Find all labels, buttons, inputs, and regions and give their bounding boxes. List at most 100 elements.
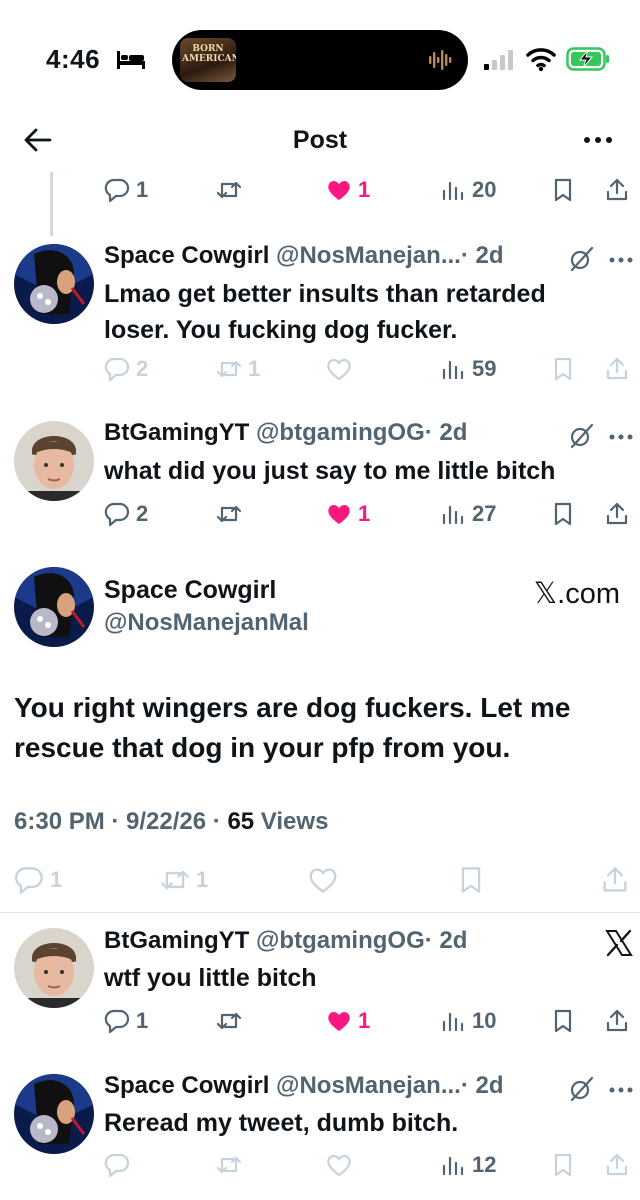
- like-button[interactable]: [326, 1147, 352, 1183]
- reply-button[interactable]: 2: [104, 496, 148, 532]
- reply-button[interactable]: 2: [104, 351, 148, 387]
- views-button[interactable]: 10: [440, 1003, 496, 1039]
- bookmark-button[interactable]: [550, 496, 576, 532]
- page-title: Post: [292, 126, 348, 154]
- share-button[interactable]: [604, 1003, 630, 1039]
- grok-icon[interactable]: [568, 246, 594, 272]
- share-button[interactable]: [604, 496, 630, 532]
- post-timestamp[interactable]: 6:30 PM · 9/22/26 ·: [14, 808, 227, 835]
- bookmark-button[interactable]: [550, 172, 576, 208]
- views-button[interactable]: 20: [440, 172, 496, 208]
- grok-icon[interactable]: [568, 1076, 594, 1102]
- post-time: · 2d: [460, 242, 504, 269]
- bookmark-button[interactable]: [456, 860, 486, 900]
- avatar[interactable]: [14, 244, 94, 324]
- thread-connector: [50, 172, 53, 236]
- post-text: You right wingers are dog fuckers. Let m…: [14, 692, 571, 763]
- status-time: 4:46: [46, 44, 101, 74]
- x-logo-icon: [605, 929, 633, 957]
- views-icon: [442, 360, 464, 380]
- handle[interactable]: @NosManejan...: [276, 1072, 461, 1099]
- views-count: 12: [472, 1152, 497, 1177]
- retweet-button[interactable]: 1: [216, 351, 260, 387]
- share-button[interactable]: [600, 860, 630, 900]
- like-button[interactable]: 1: [326, 1003, 370, 1039]
- retweet-button[interactable]: [216, 496, 248, 532]
- retweet-icon: [216, 360, 242, 378]
- retweet-icon: [161, 870, 189, 890]
- action-bar: 1 1 10: [104, 1003, 634, 1039]
- avatar[interactable]: [14, 928, 94, 1008]
- more-icon[interactable]: [582, 126, 614, 154]
- views-icon: [442, 1156, 464, 1176]
- retweet-count: 1: [248, 356, 261, 381]
- share-icon: [606, 178, 628, 201]
- reply-text: Lmao get better insults than retarded lo…: [104, 280, 546, 344]
- retweet-button[interactable]: 1: [160, 860, 208, 900]
- reply-button[interactable]: 1: [14, 860, 62, 900]
- heart-icon: [328, 505, 350, 524]
- reply-count: 2: [136, 356, 149, 381]
- retweet-button[interactable]: [216, 172, 248, 208]
- bookmark-button[interactable]: [550, 1147, 576, 1183]
- reply-header: Space Cowgirl @NosManejan...· 2d: [104, 1072, 504, 1100]
- share-icon: [606, 1009, 628, 1032]
- more-icon[interactable]: [608, 255, 634, 265]
- like-button[interactable]: 1: [326, 172, 370, 208]
- grok-icon[interactable]: [568, 423, 594, 449]
- heart-icon: [327, 1154, 351, 1177]
- action-bar: 12: [104, 1147, 634, 1183]
- display-name[interactable]: Space Cowgirl: [104, 576, 276, 605]
- share-button[interactable]: [604, 172, 630, 208]
- views-button[interactable]: 59: [440, 351, 496, 387]
- avatar[interactable]: [14, 421, 94, 501]
- more-icon[interactable]: [608, 1085, 634, 1095]
- views-icon: [442, 1012, 464, 1032]
- handle[interactable]: @NosManejanMal: [104, 609, 309, 637]
- display-name[interactable]: BtGamingYT: [104, 419, 249, 446]
- bookmark-icon: [554, 178, 572, 202]
- views-icon: [442, 505, 464, 525]
- like-button[interactable]: [326, 351, 352, 387]
- reply-button[interactable]: 1: [104, 172, 148, 208]
- battery-charging-icon: [566, 47, 609, 71]
- like-count: 1: [358, 1008, 371, 1033]
- display-name[interactable]: Space Cowgirl: [104, 242, 269, 269]
- display-name[interactable]: BtGamingYT: [104, 927, 249, 954]
- sleep-focus-icon: [117, 51, 145, 69]
- reply-text: Reread my tweet, dumb bitch.: [104, 1109, 459, 1137]
- reply-icon: [104, 178, 130, 203]
- post-time: · 2d: [424, 927, 468, 954]
- handle[interactable]: @NosManejan...: [276, 242, 461, 269]
- reply-icon: [104, 357, 130, 382]
- bookmark-icon: [554, 357, 572, 381]
- handle[interactable]: @btgamingOG: [256, 927, 425, 954]
- heart-icon: [327, 358, 351, 381]
- views-button[interactable]: 27: [440, 496, 496, 532]
- views-count: 20: [472, 177, 497, 202]
- share-button[interactable]: [604, 351, 630, 387]
- avatar[interactable]: [14, 1074, 94, 1154]
- heart-icon: [328, 1012, 350, 1031]
- reply-button[interactable]: [104, 1147, 130, 1183]
- retweet-button[interactable]: [216, 1147, 242, 1183]
- bookmark-button[interactable]: [550, 351, 576, 387]
- share-button[interactable]: [604, 1147, 630, 1183]
- heart-icon: [328, 181, 350, 200]
- share-icon: [606, 357, 628, 380]
- retweet-icon: [216, 1156, 242, 1174]
- views-count: 59: [472, 356, 497, 381]
- views-button[interactable]: 12: [440, 1147, 496, 1183]
- handle[interactable]: @btgamingOG: [256, 419, 425, 446]
- like-button[interactable]: [308, 860, 338, 900]
- bookmark-icon: [554, 502, 572, 526]
- avatar[interactable]: [14, 567, 94, 647]
- bookmark-button[interactable]: [550, 1003, 576, 1039]
- dynamic-island[interactable]: BORN AMERICAN: [172, 30, 468, 90]
- reply-icon: [104, 502, 130, 527]
- more-icon[interactable]: [608, 432, 634, 442]
- display-name[interactable]: Space Cowgirl: [104, 1072, 269, 1099]
- retweet-button[interactable]: [216, 1003, 248, 1039]
- like-button[interactable]: 1: [326, 496, 370, 532]
- reply-button[interactable]: 1: [104, 1003, 148, 1039]
